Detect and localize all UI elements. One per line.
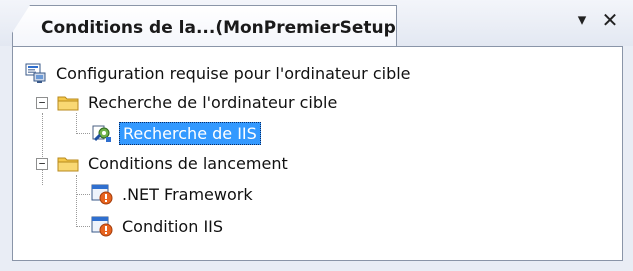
tree-node-label: Condition IIS: [122, 216, 224, 236]
tree-node-label: Recherche de l'ordinateur cible: [88, 92, 338, 112]
tree-node-label: Recherche de IIS: [119, 121, 261, 145]
tree-node-search-iis[interactable]: Recherche de IIS: [91, 119, 261, 147]
tree-connector: [76, 133, 90, 134]
tree-node-root[interactable]: Configuration requise pour l'ordinateur …: [25, 59, 414, 87]
document-window: Conditions de la...(MonPremierSetup) ▾ ✕: [0, 0, 633, 271]
tab-launch-conditions[interactable]: Conditions de la...(MonPremierSetup): [12, 5, 397, 46]
window-position-dropdown-icon[interactable]: ▾: [573, 11, 591, 29]
tree-connector: [76, 194, 90, 195]
collapse-toggle-launch[interactable]: −: [36, 158, 48, 170]
tree-node-label: Conditions de lancement: [88, 153, 288, 173]
tree-connector: [76, 226, 90, 227]
launch-condition-icon: [91, 183, 113, 205]
collapse-toggle-search[interactable]: −: [36, 97, 48, 109]
tree-node-label: Configuration requise pour l'ordinateur …: [56, 63, 411, 83]
launch-condition-icon: [91, 215, 113, 237]
close-icon[interactable]: ✕: [600, 10, 620, 30]
tree-connector: [76, 175, 77, 227]
tree-node-search-folder[interactable]: Recherche de l'ordinateur cible: [57, 88, 340, 116]
tab-strip: Conditions de la...(MonPremierSetup) ▾ ✕: [0, 0, 633, 46]
launch-conditions-tree: Configuration requise pour l'ordinateur …: [12, 46, 623, 261]
tab-title: Conditions de la...(MonPremierSetup): [41, 18, 404, 38]
tree-node-dotnet-framework[interactable]: .NET Framework: [91, 180, 256, 208]
tree-connector: [76, 113, 77, 134]
search-gear-icon: [91, 122, 113, 144]
tree-connector: [42, 113, 43, 185]
folder-icon: [57, 152, 79, 174]
tree-node-condition-iis[interactable]: Condition IIS: [91, 212, 226, 240]
folder-icon: [57, 91, 79, 113]
tree-node-launch-folder[interactable]: Conditions de lancement: [57, 149, 291, 177]
computer-requirements-icon: [25, 62, 47, 84]
tree-node-label: .NET Framework: [122, 184, 253, 204]
